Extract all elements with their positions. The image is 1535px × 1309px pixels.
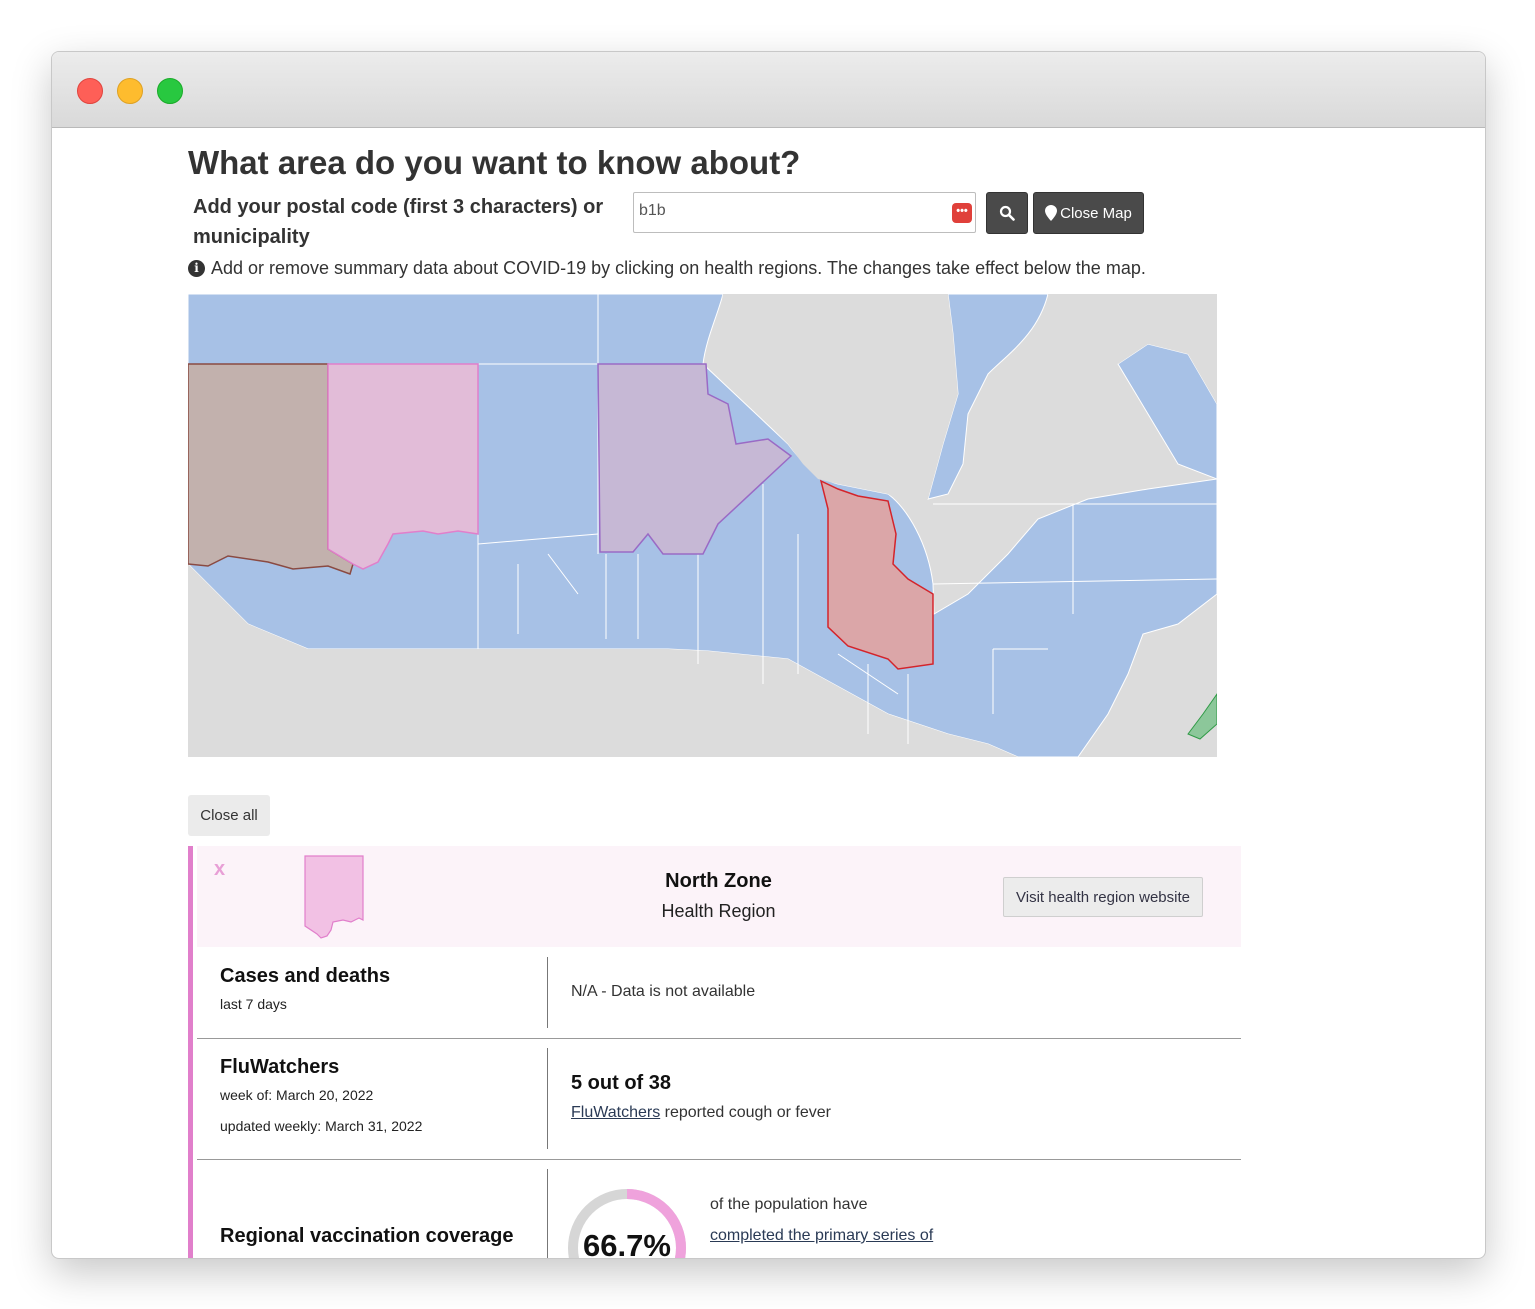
- search-icon: [999, 205, 1015, 221]
- minimize-window-button[interactable]: [117, 78, 143, 104]
- cases-value: N/A - Data is not available: [571, 983, 756, 1000]
- visit-website-button[interactable]: Visit health region website: [1003, 877, 1203, 917]
- card-accent-bar: [188, 846, 193, 1258]
- vaccination-link[interactable]: completed the primary series of: [710, 1227, 933, 1244]
- map-svg[interactable]: [188, 294, 1217, 757]
- postal-code-label-line1: Add your postal code (first 3 characters…: [193, 196, 604, 218]
- page-content: What area do you want to know about? Add…: [52, 128, 1485, 1258]
- region-thumbnail: [304, 855, 364, 939]
- search-field[interactable]: •••: [633, 192, 976, 233]
- card-close-button[interactable]: x: [214, 858, 225, 881]
- vaccination-link-wrap: completed the primary series of: [710, 1227, 933, 1245]
- fluwatchers-updated: updated weekly: March 31, 2022: [220, 1118, 423, 1134]
- postal-code-label-line2: municipality: [193, 226, 310, 248]
- divider: [547, 957, 548, 1028]
- vaccination-percent: 66.7%: [583, 1228, 671, 1258]
- row-divider: [197, 1159, 1241, 1160]
- health-regions-map[interactable]: [188, 294, 1217, 757]
- region-name: North Zone: [665, 870, 772, 892]
- close-map-label: Close Map: [1060, 204, 1132, 222]
- close-window-button[interactable]: [77, 78, 103, 104]
- info-icon: i: [188, 260, 205, 277]
- cases-title: Cases and deaths: [220, 965, 391, 987]
- password-manager-icon[interactable]: •••: [952, 203, 972, 223]
- fluwatchers-week: week of: March 20, 2022: [220, 1087, 374, 1103]
- search-input[interactable]: [637, 201, 941, 221]
- vaccination-title: Regional vaccination coverage: [220, 1225, 514, 1247]
- divider: [547, 1169, 548, 1258]
- region-type: Health Region: [661, 901, 776, 921]
- divider: [547, 1048, 548, 1149]
- fluwatchers-value: 5 out of 38: [571, 1072, 672, 1094]
- postal-code-label: Add your postal code (first 3 characters…: [193, 192, 603, 252]
- browser-window: What area do you want to know about? Add…: [51, 51, 1486, 1259]
- maximize-window-button[interactable]: [157, 78, 183, 104]
- info-text: Add or remove summary data about COVID-1…: [211, 258, 1146, 278]
- row-divider: [197, 1038, 1241, 1039]
- fluwatchers-title: FluWatchers: [220, 1056, 340, 1078]
- search-button[interactable]: [986, 192, 1028, 234]
- vaccination-text: of the population have: [710, 1196, 868, 1213]
- info-message: i Add or remove summary data about COVID…: [188, 258, 1146, 279]
- map-marker-icon: [1045, 205, 1058, 221]
- window-titlebar: [52, 52, 1485, 128]
- close-all-button[interactable]: Close all: [188, 795, 270, 836]
- fluwatchers-suffix: reported cough or fever: [660, 1104, 831, 1121]
- fluwatchers-link[interactable]: FluWatchers: [571, 1104, 660, 1121]
- fluwatchers-text: FluWatchers reported cough or fever: [571, 1104, 831, 1122]
- region-green[interactable]: [1187, 693, 1217, 740]
- page-title: What area do you want to know about?: [188, 144, 801, 181]
- close-map-button[interactable]: Close Map: [1033, 192, 1144, 234]
- cases-subtitle: last 7 days: [220, 996, 287, 1012]
